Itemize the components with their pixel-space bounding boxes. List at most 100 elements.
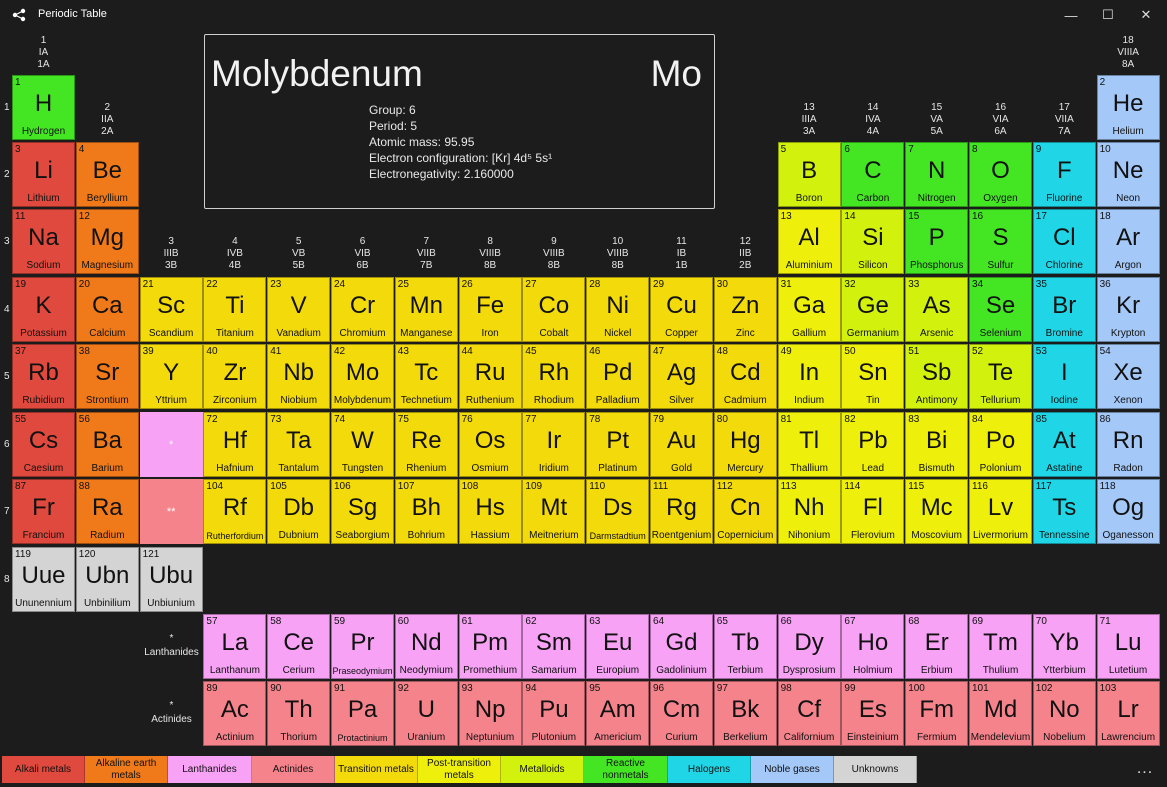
element-cell-md[interactable]: 101 Md Mendelevium [969, 681, 1032, 746]
element-cell-f[interactable]: 9 F Fluorine [1032, 142, 1096, 207]
legend-metalloid[interactable]: Metalloids [501, 756, 584, 783]
element-cell-th[interactable]: 90 Th Thorium [267, 681, 331, 746]
element-cell-tc[interactable]: 43 Tc Technetium [394, 344, 458, 409]
element-cell-br[interactable]: 35 Br Bromine [1032, 277, 1096, 342]
element-cell-bk[interactable]: 97 Bk Berkelium [713, 681, 777, 746]
element-cell-sg[interactable]: 106 Sg Seaborgium [331, 479, 394, 544]
element-cell-si[interactable]: 14 Si Silicon [841, 209, 905, 274]
element-cell-kr[interactable]: 36 Kr Krypton [1096, 277, 1160, 342]
element-cell-yb[interactable]: 70 Yb Ytterbium [1032, 614, 1096, 679]
element-cell-tl[interactable]: 81 Tl Thallium [777, 412, 841, 477]
element-cell-ne[interactable]: 10 Ne Neon [1096, 142, 1160, 207]
element-cell-tm[interactable]: 69 Tm Thulium [969, 614, 1032, 679]
element-cell-zn[interactable]: 30 Zn Zinc [713, 277, 777, 342]
element-cell-se[interactable]: 34 Se Selenium [969, 277, 1032, 342]
element-cell-ho[interactable]: 67 Ho Holmium [841, 614, 905, 679]
element-cell-h[interactable]: 1 H Hydrogen [12, 75, 75, 140]
legend-lanthanide[interactable]: Lanthanides [168, 756, 252, 783]
element-cell-rg[interactable]: 111 Rg Roentgenium [650, 479, 713, 544]
element-cell-sb[interactable]: 51 Sb Antimony [905, 344, 969, 409]
minimize-button[interactable]: — [1053, 2, 1089, 28]
legend-transition[interactable]: Transition metals [335, 756, 418, 783]
element-cell-sr[interactable]: 38 Sr Strontium [75, 344, 139, 409]
legend-actinide[interactable]: Actinides [252, 756, 335, 783]
element-cell-db[interactable]: 105 Db Dubnium [267, 479, 331, 544]
element-cell-eu[interactable]: 63 Eu Europium [586, 614, 650, 679]
element-cell-es[interactable]: 99 Es Einsteinium [841, 681, 905, 746]
element-cell-fm[interactable]: 100 Fm Fermium [905, 681, 969, 746]
element-cell-te[interactable]: 52 Te Tellurium [969, 344, 1032, 409]
legend-alkaline[interactable]: Alkaline earth metals [85, 756, 168, 783]
element-cell-ubu[interactable]: 121 Ubu Unbiunium [139, 547, 203, 612]
element-cell-ru[interactable]: 44 Ru Ruthenium [458, 344, 522, 409]
element-cell-am[interactable]: 95 Am Americium [586, 681, 650, 746]
element-cell-ca[interactable]: 20 Ca Calcium [75, 277, 139, 342]
element-cell-co[interactable]: 27 Co Cobalt [522, 277, 586, 342]
element-cell-os[interactable]: 76 Os Osmium [458, 412, 522, 477]
element-cell-v[interactable]: 23 V Vanadium [267, 277, 331, 342]
element-cell-ti[interactable]: 22 Ti Titanium [203, 277, 267, 342]
element-cell-gd[interactable]: 64 Gd Gadolinium [650, 614, 713, 679]
element-cell-fr[interactable]: 87 Fr Francium [12, 479, 75, 544]
element-cell-mc[interactable]: 115 Mc Moscovium [905, 479, 969, 544]
element-cell-nh[interactable]: 113 Nh Nihonium [777, 479, 841, 544]
element-cell-ta[interactable]: 73 Ta Tantalum [267, 412, 331, 477]
element-cell-nb[interactable]: 41 Nb Niobium [267, 344, 331, 409]
element-cell-xe[interactable]: 54 Xe Xenon [1096, 344, 1160, 409]
element-cell-lr[interactable]: 103 Lr Lawrencium [1096, 681, 1160, 746]
element-cell-nd[interactable]: 60 Nd Neodymium [394, 614, 458, 679]
element-cell-hg[interactable]: 80 Hg Mercury [713, 412, 777, 477]
element-cell-he[interactable]: 2 He Helium [1096, 75, 1160, 140]
legend-post[interactable]: Post-transition metals [418, 756, 501, 783]
close-button[interactable]: ✕ [1128, 2, 1164, 28]
element-cell-pd[interactable]: 46 Pd Palladium [586, 344, 650, 409]
legend-nonmetal[interactable]: Reactive nonmetals [584, 756, 668, 783]
element-cell-ds[interactable]: 110 Ds Darmstadtium [586, 479, 650, 544]
element-cell-sc[interactable]: 21 Sc Scandium [139, 277, 203, 342]
more-options-button[interactable]: ... [1130, 760, 1160, 780]
element-cell-er[interactable]: 68 Er Erbium [905, 614, 969, 679]
element-cell-pu[interactable]: 94 Pu Plutonium [522, 681, 586, 746]
element-cell-i[interactable]: 53 I Iodine [1032, 344, 1096, 409]
placeholder-actinides[interactable]: ** [139, 479, 203, 544]
element-cell-np[interactable]: 93 Np Neptunium [458, 681, 522, 746]
element-cell-sn[interactable]: 50 Sn Tin [841, 344, 905, 409]
element-cell-ni[interactable]: 28 Ni Nickel [586, 277, 650, 342]
element-cell-li[interactable]: 3 Li Lithium [12, 142, 75, 207]
element-cell-re[interactable]: 75 Re Rhenium [394, 412, 458, 477]
element-cell-y[interactable]: 39 Y Yttrium [139, 344, 203, 409]
element-cell-cs[interactable]: 55 Cs Caesium [12, 412, 75, 477]
element-cell-lv[interactable]: 116 Lv Livermorium [969, 479, 1032, 544]
element-cell-b[interactable]: 5 B Boron [777, 142, 841, 207]
element-cell-tb[interactable]: 65 Tb Terbium [713, 614, 777, 679]
element-cell-s[interactable]: 16 S Sulfur [969, 209, 1032, 274]
element-cell-ce[interactable]: 58 Ce Cerium [267, 614, 331, 679]
element-cell-as[interactable]: 33 As Arsenic [905, 277, 969, 342]
element-cell-ts[interactable]: 117 Ts Tennessine [1032, 479, 1096, 544]
legend-alkali[interactable]: Alkali metals [2, 756, 85, 783]
element-cell-po[interactable]: 84 Po Polonium [969, 412, 1032, 477]
element-cell-in[interactable]: 49 In Indium [777, 344, 841, 409]
element-cell-dy[interactable]: 66 Dy Dysprosium [777, 614, 841, 679]
element-cell-ba[interactable]: 56 Ba Barium [75, 412, 139, 477]
element-cell-o[interactable]: 8 O Oxygen [969, 142, 1032, 207]
legend-halogen[interactable]: Halogens [668, 756, 751, 783]
element-cell-rb[interactable]: 37 Rb Rubidium [12, 344, 75, 409]
element-cell-hf[interactable]: 72 Hf Hafnium [203, 412, 267, 477]
element-cell-hs[interactable]: 108 Hs Hassium [458, 479, 522, 544]
element-cell-mt[interactable]: 109 Mt Meitnerium [522, 479, 586, 544]
element-cell-be[interactable]: 4 Be Beryllium [75, 142, 139, 207]
element-cell-rf[interactable]: 104 Rf Rutherfordium [203, 479, 267, 544]
element-cell-fl[interactable]: 114 Fl Flerovium [841, 479, 905, 544]
element-cell-at[interactable]: 85 At Astatine [1032, 412, 1096, 477]
element-cell-mn[interactable]: 25 Mn Manganese [394, 277, 458, 342]
element-cell-cf[interactable]: 98 Cf Californium [777, 681, 841, 746]
element-cell-pb[interactable]: 82 Pb Lead [841, 412, 905, 477]
element-cell-pt[interactable]: 78 Pt Platinum [586, 412, 650, 477]
element-cell-bh[interactable]: 107 Bh Bohrium [394, 479, 458, 544]
element-cell-n[interactable]: 7 N Nitrogen [905, 142, 969, 207]
element-cell-ubn[interactable]: 120 Ubn Unbinilium [75, 547, 139, 612]
element-cell-pr[interactable]: 59 Pr Praseodymium [331, 614, 394, 679]
element-cell-sm[interactable]: 62 Sm Samarium [522, 614, 586, 679]
maximize-button[interactable]: ☐ [1090, 2, 1126, 28]
